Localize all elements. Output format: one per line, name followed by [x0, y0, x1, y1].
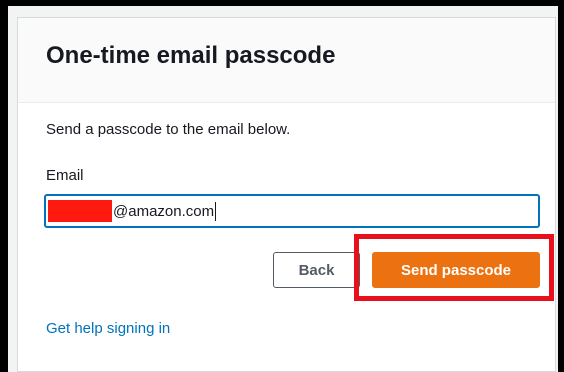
email-label: Email	[46, 167, 84, 184]
card-title: One-time email passcode	[46, 42, 336, 69]
get-help-signing-in-link[interactable]: Get help signing in	[46, 320, 170, 337]
redacted-email-prefix	[48, 200, 112, 222]
passcode-card: One-time email passcode Send a passcode …	[17, 17, 556, 372]
screenshot-frame: One-time email passcode Send a passcode …	[0, 0, 564, 372]
send-passcode-button[interactable]: Send passcode	[372, 252, 540, 288]
card-header: One-time email passcode	[18, 18, 555, 103]
frame-edge-right	[558, 0, 564, 372]
card-description: Send a passcode to the email below.	[46, 121, 291, 138]
email-input[interactable]: @amazon.com	[44, 194, 540, 228]
text-caret	[215, 201, 217, 221]
frame-edge-left	[0, 0, 8, 372]
frame-edge-top	[0, 0, 564, 6]
email-input-value: @amazon.com	[113, 202, 215, 220]
back-button[interactable]: Back	[273, 252, 360, 288]
